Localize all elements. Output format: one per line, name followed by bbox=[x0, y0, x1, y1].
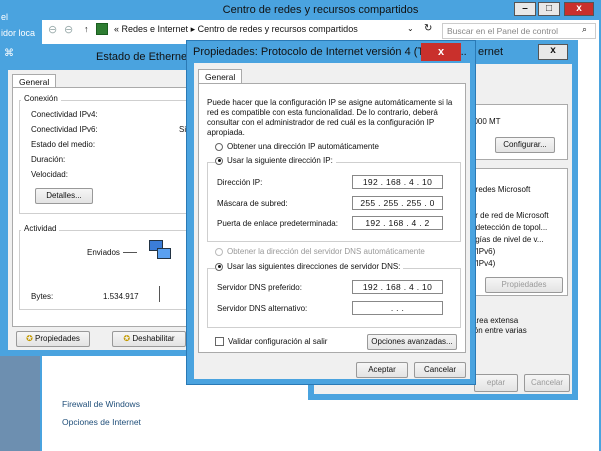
alternate-dns-field[interactable]: . . . bbox=[352, 301, 443, 315]
advanced-button[interactable]: Opciones avanzadas... bbox=[367, 334, 457, 350]
firewall-link[interactable]: Firewall de Windows bbox=[62, 399, 140, 409]
mask-label: Máscara de subred: bbox=[217, 199, 288, 208]
description-text-2: ión entre varias bbox=[472, 326, 527, 335]
ipv4-label: Conectividad IPv4: bbox=[31, 110, 98, 119]
radio-selected-icon bbox=[215, 156, 223, 165]
preferred-dns-field[interactable]: 192 . 168 . 4 . 10 bbox=[352, 280, 443, 294]
close-button[interactable]: x bbox=[421, 43, 461, 61]
forward-icon[interactable]: ⊖ bbox=[64, 23, 73, 36]
address-bar: ⊖ ⊖ ↑ « Redes e Internet ▸ Centro de red… bbox=[42, 20, 599, 42]
control-panel-icon bbox=[96, 23, 108, 35]
refresh-icon[interactable]: ↻ bbox=[424, 23, 432, 34]
sent-line bbox=[123, 252, 137, 253]
breadcrumb[interactable]: « Redes e Internet ▸ Centro de redes y r… bbox=[114, 24, 358, 35]
close-button[interactable]: x bbox=[538, 44, 568, 60]
list-item[interactable]: logías de nivel de v... bbox=[469, 235, 544, 244]
gateway-field[interactable]: 192 . 168 . 4 . 2 bbox=[352, 216, 443, 230]
ip-label: Dirección IP: bbox=[217, 178, 263, 187]
back-icon[interactable]: ⊖ bbox=[48, 23, 57, 36]
internet-options-link[interactable]: Opciones de Internet bbox=[62, 417, 141, 427]
disable-button[interactable]: ✪ Deshabilitar bbox=[112, 331, 186, 347]
description-text-1: área extensa bbox=[472, 316, 519, 325]
list-item[interactable]: e detección de topol... bbox=[469, 223, 547, 232]
ipv4-properties-dialog: Propiedades: Protocolo de Internet versi… bbox=[186, 40, 476, 385]
window-title: Estado de Ethernet bbox=[96, 51, 191, 63]
manual-dns-label: Usar las siguientes direcciones de servi… bbox=[227, 262, 401, 271]
chevron-down-icon[interactable]: ⌄ bbox=[407, 24, 414, 33]
conexion-heading: Conexión bbox=[21, 94, 61, 103]
manual-ip-radio[interactable]: Usar la siguiente dirección IP: bbox=[215, 156, 336, 165]
ethernet-status-window: ⌘ Estado de Ethernet General Conexión Co… bbox=[0, 44, 205, 356]
intro-text: Puede hacer que la configuración IP se a… bbox=[207, 98, 453, 137]
auto-ip-radio[interactable]: Obtener una dirección IP automáticamente bbox=[215, 142, 379, 151]
radio-icon bbox=[215, 247, 223, 256]
breadcrumb-separator-icon: ▸ bbox=[190, 24, 196, 34]
disable-label: Deshabilitar bbox=[132, 334, 175, 343]
ipv6-label: Conectividad IPv6: bbox=[31, 125, 98, 134]
checkbox-icon bbox=[215, 337, 224, 347]
ethernet-body: General Conexión Conectividad IPv4: Cone… bbox=[8, 70, 198, 350]
fragment-text-1: el bbox=[1, 12, 9, 22]
dns2-label: Servidor DNS alternativo: bbox=[217, 304, 308, 313]
fragment-text-2: idor loca bbox=[1, 28, 36, 38]
close-button[interactable]: x bbox=[564, 2, 594, 16]
dns1-label: Servidor DNS preferido: bbox=[217, 283, 302, 292]
gateway-label: Puerta de enlace predeterminada: bbox=[217, 219, 338, 228]
sent-label: Enviados bbox=[87, 248, 120, 257]
subnet-mask-field[interactable]: 255 . 255 . 255 . 0 bbox=[352, 196, 443, 210]
general-panel: Puede hacer que la configuración IP se a… bbox=[198, 83, 466, 353]
bytes-value: 1.534.917 bbox=[103, 292, 139, 301]
separator bbox=[159, 286, 160, 302]
duration-label: Duración: bbox=[31, 155, 66, 164]
media-label: Estado del medio: bbox=[31, 140, 96, 149]
breadcrumb-redes[interactable]: « Redes e Internet bbox=[114, 24, 188, 34]
window-title: ernet bbox=[478, 46, 504, 58]
ip-address-field[interactable]: 192 . 168 . 4 . 10 bbox=[352, 175, 443, 189]
bytes-label: Bytes: bbox=[31, 292, 54, 301]
speed-label: Velocidad: bbox=[31, 170, 68, 179]
cancel-button[interactable]: Cancelar bbox=[414, 362, 466, 378]
validate-label: Validar configuración al salir bbox=[228, 337, 328, 346]
general-panel: Conexión Conectividad IPv4: Conectividad… bbox=[12, 87, 196, 327]
auto-dns-radio[interactable]: Obtener la dirección del servidor DNS au… bbox=[215, 247, 425, 256]
properties-button[interactable]: ✪ Propiedades bbox=[16, 331, 90, 347]
maximize-button[interactable]: □ bbox=[538, 2, 560, 16]
adapter-panel: 1000 MT Configurar... bbox=[464, 104, 568, 160]
network-activity-icon bbox=[147, 240, 173, 262]
radio-selected-icon bbox=[215, 262, 223, 271]
properties-label: Propiedades bbox=[35, 334, 80, 343]
components-list[interactable]: a redes Microsoft lor de red de Microsof… bbox=[464, 168, 568, 296]
radio-icon bbox=[215, 142, 223, 151]
tab-general[interactable]: General bbox=[198, 69, 243, 84]
minimize-button[interactable]: – bbox=[514, 2, 536, 16]
list-item[interactable]: lor de red de Microsoft bbox=[469, 211, 549, 220]
search-icon[interactable]: ⌕ bbox=[582, 24, 587, 35]
details-button[interactable]: Detalles... bbox=[35, 188, 93, 204]
properties-button[interactable]: Propiedades bbox=[485, 277, 563, 293]
search-input[interactable]: Buscar en el Panel de control bbox=[442, 23, 596, 39]
shield-icon: ✪ bbox=[123, 334, 131, 343]
cancel-button[interactable]: Cancelar bbox=[524, 374, 570, 392]
accept-button[interactable]: eptar bbox=[474, 374, 518, 392]
shield-icon: ✪ bbox=[26, 334, 33, 343]
auto-ip-label: Obtener una dirección IP automáticamente bbox=[227, 142, 379, 151]
validate-checkbox[interactable]: Validar configuración al salir bbox=[215, 337, 328, 347]
dns-group bbox=[207, 268, 461, 328]
actividad-heading: Actividad bbox=[21, 224, 60, 233]
up-icon[interactable]: ↑ bbox=[84, 24, 89, 34]
configure-button[interactable]: Configurar... bbox=[495, 137, 555, 153]
list-item[interactable]: a redes Microsoft bbox=[469, 185, 530, 194]
manual-dns-radio[interactable]: Usar las siguientes direcciones de servi… bbox=[215, 262, 404, 271]
ok-button[interactable]: Aceptar bbox=[356, 362, 408, 378]
breadcrumb-centro[interactable]: Centro de redes y recursos compartidos bbox=[198, 24, 358, 34]
dialog-body: General Puede hacer que la configuración… bbox=[194, 63, 470, 379]
auto-dns-label: Obtener la dirección del servidor DNS au… bbox=[227, 247, 425, 256]
manual-ip-label: Usar la siguiente dirección IP: bbox=[227, 156, 333, 165]
